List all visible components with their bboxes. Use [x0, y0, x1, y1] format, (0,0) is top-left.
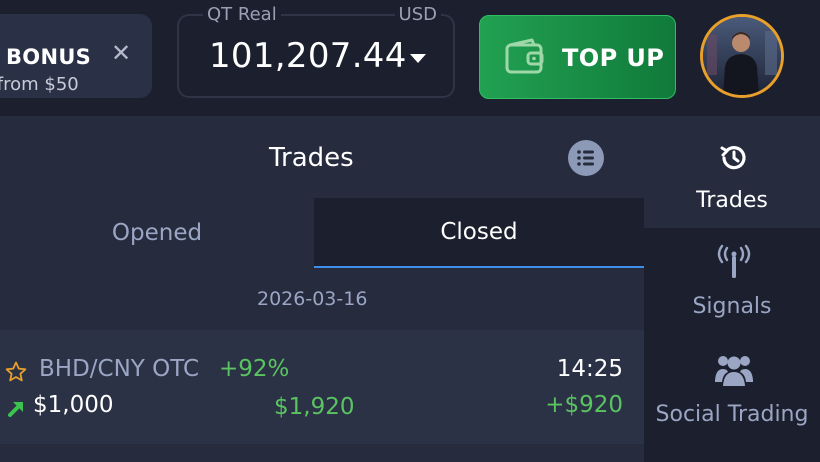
trades-panel: Trades Opened Closed 2026-03-16 BHD/CNY … — [0, 116, 644, 462]
sidebar-item-signals[interactable]: Signals — [644, 230, 820, 338]
top-up-label: TOP UP — [562, 44, 665, 72]
account-type-label: QT Real — [203, 4, 281, 25]
trade-profit: +$920 — [545, 392, 623, 418]
trades-panel-header: Trades — [0, 116, 644, 198]
star-icon[interactable] — [4, 360, 28, 384]
user-avatar[interactable] — [700, 14, 784, 98]
trades-tabs: Opened Closed — [0, 198, 644, 268]
bonus-title: BONUS — [6, 45, 92, 69]
tab-opened[interactable]: Opened — [0, 198, 314, 268]
trade-payout: +92% — [219, 356, 290, 382]
trade-row[interactable]: BHD/CNY OTC +92% 14:25 $1,000 $1,920 +$9… — [0, 330, 644, 444]
list-icon — [577, 150, 594, 166]
sidebar-label-social-trading: Social Trading — [655, 402, 809, 427]
history-icon — [720, 146, 746, 170]
arrow-up-right-icon — [8, 402, 23, 417]
trade-amount: $1,000 — [33, 392, 114, 418]
sidebar-item-social-trading[interactable]: Social Trading — [644, 340, 820, 462]
sidebar-item-trades[interactable]: Trades — [644, 116, 820, 228]
trades-panel-title: Trades — [269, 143, 354, 173]
account-currency-label: USD — [394, 4, 441, 25]
sidebar-label-signals: Signals — [692, 294, 772, 319]
signal-antenna-icon — [717, 244, 751, 278]
bonus-banner[interactable]: BONUS t from $50 ✕ — [0, 14, 152, 98]
top-bar: BONUS t from $50 ✕ QT Real USD 101,207.4… — [0, 0, 820, 116]
trade-pair: BHD/CNY OTC — [39, 356, 200, 382]
caret-down-icon[interactable] — [410, 54, 426, 63]
close-icon[interactable]: ✕ — [110, 41, 132, 65]
sidebar-label-trades: Trades — [696, 188, 768, 213]
trade-time: 14:25 — [556, 356, 623, 382]
account-selector[interactable]: QT Real USD 101,207.44 — [177, 4, 455, 98]
bonus-subtitle: t from $50 — [0, 74, 79, 95]
avatar-photo — [703, 17, 781, 95]
date-label: 2026-03-16 — [257, 288, 368, 310]
right-sidebar: Trades Signals Social Trading — [644, 116, 820, 462]
account-balance: 101,207.44 — [209, 36, 407, 76]
tab-closed[interactable]: Closed — [314, 198, 644, 268]
users-icon — [715, 356, 753, 386]
wallet-icon — [505, 38, 544, 74]
trade-result: $1,920 — [274, 394, 355, 420]
date-group-header: 2026-03-16 — [0, 268, 644, 330]
list-view-button[interactable] — [568, 140, 604, 176]
top-up-button[interactable]: TOP UP — [479, 15, 676, 99]
